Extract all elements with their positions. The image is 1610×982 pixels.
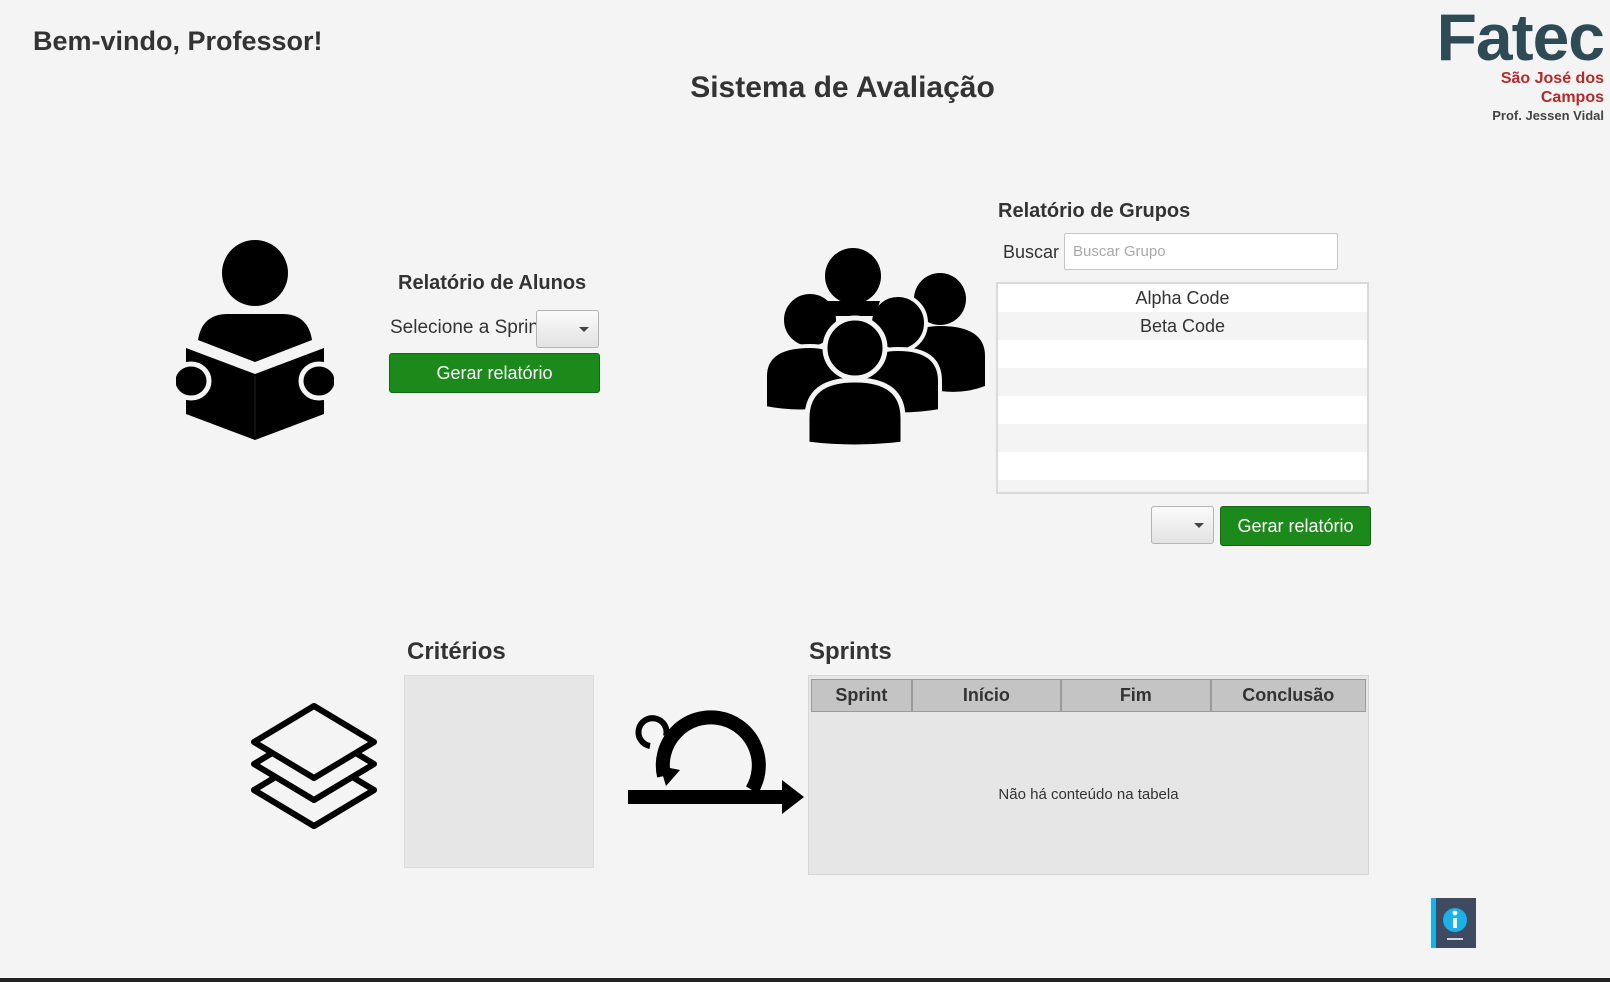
bottom-border	[0, 978, 1610, 982]
criterios-title: Critérios	[407, 638, 506, 665]
search-label: Buscar	[1003, 242, 1060, 262]
reader-icon	[176, 236, 334, 440]
sprints-table[interactable]: Sprint Início Fim Conclusão Não há conte…	[808, 675, 1369, 875]
column-header-conclusao[interactable]: Conclusão	[1210, 679, 1366, 712]
sprints-title: Sprints	[809, 638, 892, 665]
page-title: Sistema de Avaliação	[690, 71, 995, 104]
list-item[interactable]: Alpha Code	[998, 284, 1367, 312]
list-item[interactable]	[998, 452, 1367, 480]
group-icon	[765, 246, 985, 446]
group-list[interactable]: Alpha Code Beta Code	[996, 282, 1369, 494]
list-item[interactable]	[998, 368, 1367, 396]
welcome-message: Bem-vindo, Professor!	[33, 26, 323, 56]
fatec-logo: Fatec São José dos Campos Prof. Jessen V…	[1428, 0, 1605, 124]
alunos-report-title: Relatório de Alunos	[398, 272, 587, 294]
table-header: Sprint Início Fim Conclusão	[811, 679, 1366, 712]
help-button[interactable]	[1431, 898, 1476, 948]
chevron-down-icon	[1194, 523, 1204, 528]
column-header-sprint[interactable]: Sprint	[811, 679, 912, 712]
grupos-report-title: Relatório de Grupos	[998, 200, 1191, 222]
list-item[interactable]	[998, 340, 1367, 368]
column-header-inicio[interactable]: Início	[911, 679, 1062, 712]
group-search-input[interactable]	[1064, 233, 1338, 270]
info-book-icon	[1443, 908, 1467, 940]
chevron-down-icon	[579, 327, 589, 332]
sprint-select-label: Selecione a Sprint	[390, 317, 545, 338]
list-item[interactable]	[998, 396, 1367, 424]
generate-grupos-report-button[interactable]: Gerar relatório	[1220, 506, 1371, 546]
sprint-cycle-icon	[626, 706, 806, 818]
sprint-select[interactable]	[536, 310, 599, 348]
column-header-fim[interactable]: Fim	[1061, 679, 1211, 712]
logo-prof: Prof. Jessen Vidal	[1492, 108, 1604, 123]
criterios-list[interactable]	[404, 675, 594, 868]
group-sprint-select[interactable]	[1151, 506, 1214, 544]
generate-alunos-report-button[interactable]: Gerar relatório	[389, 353, 600, 393]
list-item[interactable]: Beta Code	[998, 312, 1367, 340]
layers-icon	[250, 702, 378, 830]
table-empty-message: Não há conteúdo na tabela	[998, 786, 1179, 803]
logo-brand: Fatec	[1436, 0, 1605, 74]
list-item[interactable]	[998, 480, 1367, 492]
logo-campus-line2: Campos	[1540, 89, 1604, 106]
list-item[interactable]	[998, 424, 1367, 452]
